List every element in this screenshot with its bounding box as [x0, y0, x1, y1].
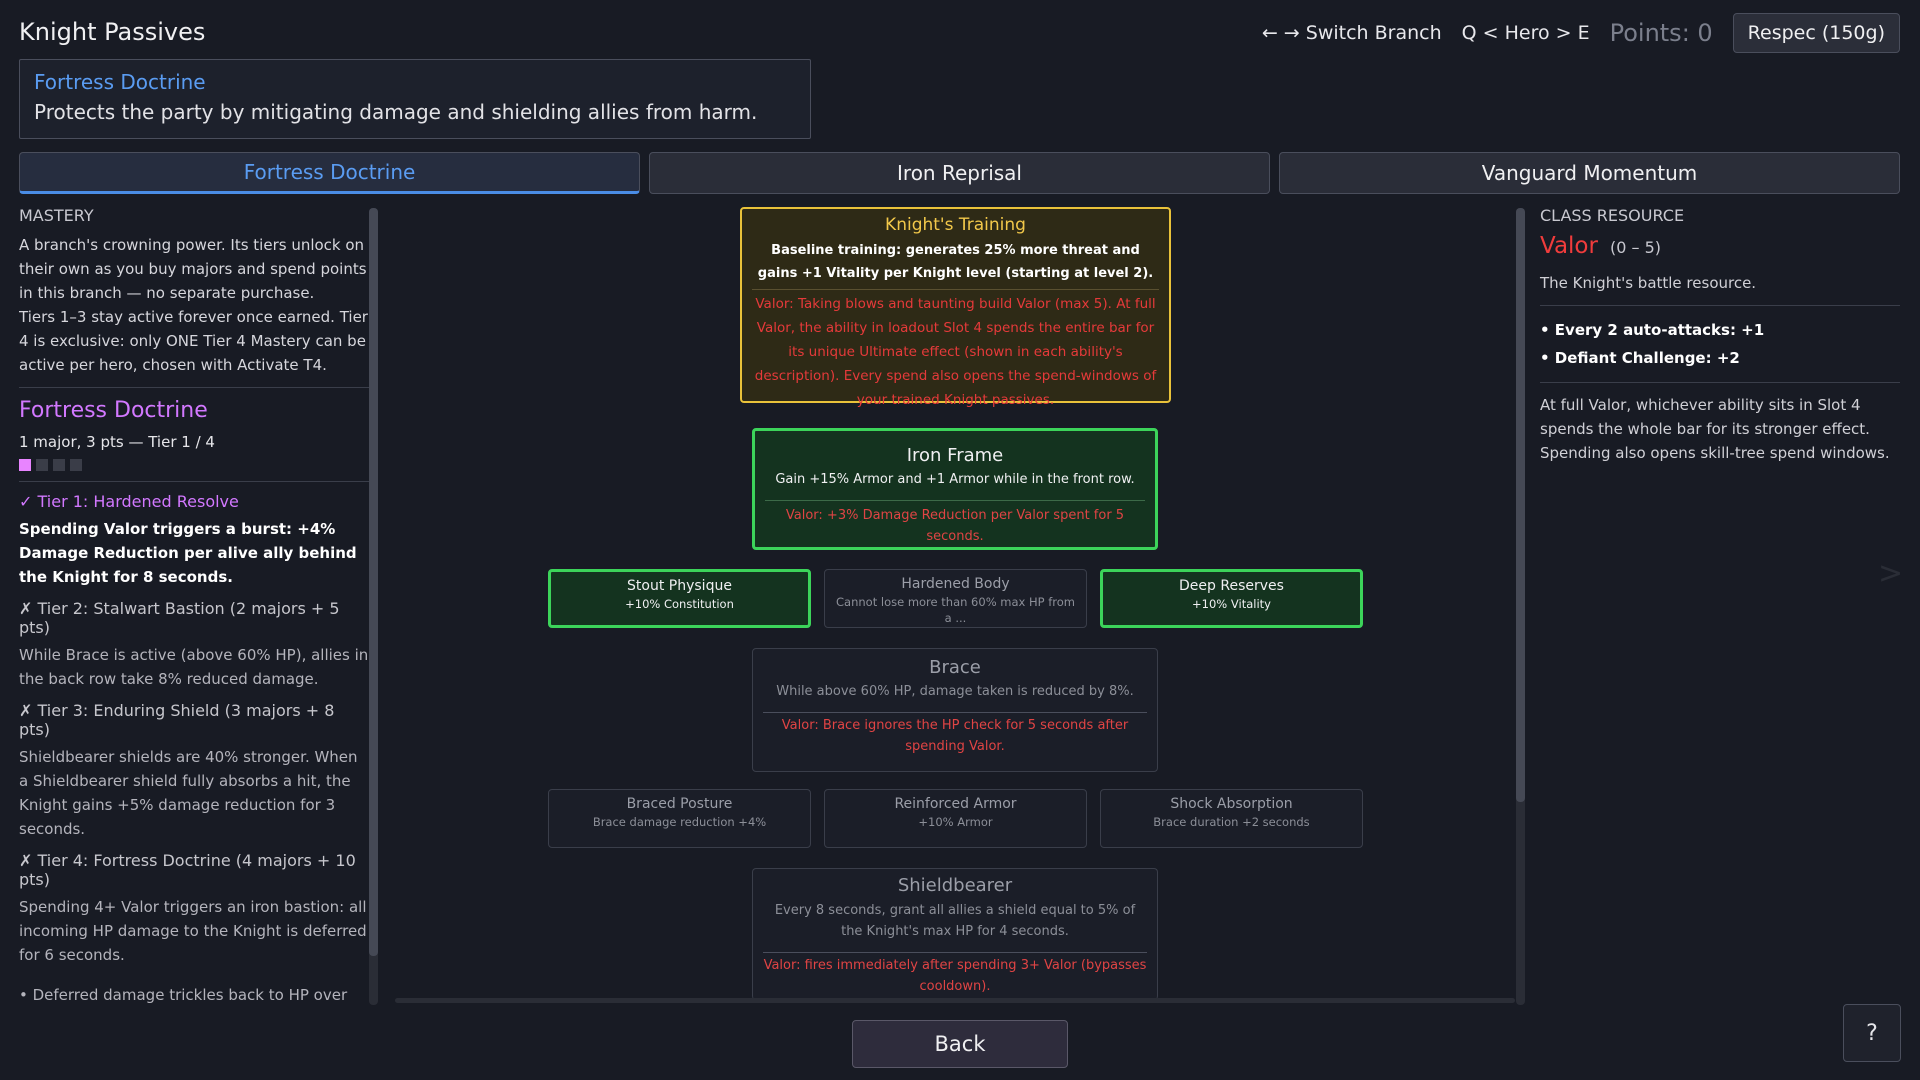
- branch-info-box: Fortress Doctrine Protects the party by …: [19, 59, 811, 139]
- branch-info-title: Fortress Doctrine: [34, 70, 206, 94]
- switch-branch-hint: ← → Switch Branch: [1261, 22, 1442, 44]
- node-description: Brace duration +2 seconds: [1153, 815, 1310, 829]
- node-title: Knight's Training: [885, 215, 1026, 235]
- mastery-progress: 1 major, 3 pts — Tier 1 / 4: [19, 433, 215, 451]
- node-title: Deep Reserves: [1179, 578, 1284, 594]
- node-valor-effect: Valor: fires immediately after spending …: [763, 958, 1147, 994]
- node-title: Shock Absorption: [1170, 796, 1293, 812]
- node-reinforced-armor[interactable]: Reinforced Armor +10% Armor: [824, 789, 1087, 848]
- node-title: Stout Physique: [627, 578, 732, 594]
- respec-button[interactable]: Respec (150g): [1732, 13, 1900, 53]
- node-separator: [752, 289, 1159, 290]
- resource-full-text: At full Valor, whichever ability sits in…: [1540, 396, 1870, 438]
- tab-fortress-doctrine[interactable]: Fortress Doctrine: [19, 152, 640, 194]
- resource-gain: • Every 2 auto-attacks: +1: [1540, 321, 1765, 339]
- tab-vanguard-momentum[interactable]: Vanguard Momentum: [1279, 152, 1900, 194]
- mastery-panel[interactable]: MASTERY A branch's crowning power. Its t…: [19, 206, 369, 1006]
- node-shock-absorption[interactable]: Shock Absorption Brace duration +2 secon…: [1100, 789, 1363, 848]
- back-button[interactable]: Back: [852, 1020, 1068, 1068]
- node-description: Baseline training: generates 25% more th…: [757, 243, 1154, 281]
- node-separator: [763, 952, 1147, 953]
- node-stout-physique[interactable]: Stout Physique +10% Constitution: [548, 569, 811, 628]
- node-description: +10% Constitution: [625, 597, 734, 611]
- node-title: Brace: [929, 657, 981, 678]
- node-description: While above 60% HP, damage taken is redu…: [776, 684, 1134, 699]
- tier-1-description: Spending Valor triggers a burst: +4% Dam…: [19, 520, 357, 586]
- header-controls: ← → Switch Branch Q < Hero > E Points: 0…: [1262, 13, 1900, 53]
- tier-3-heading: ✗ Tier 3: Enduring Shield (3 majors + 8 …: [19, 701, 335, 739]
- divider: [19, 387, 369, 388]
- tier-pip-empty: [53, 459, 65, 471]
- tier-pip-filled: [19, 459, 31, 471]
- node-separator: [763, 712, 1147, 713]
- node-valor-effect: Valor: +3% Damage Reduction per Valor sp…: [785, 508, 1125, 544]
- tier-pip-empty: [70, 459, 82, 471]
- tree-scroll-thumb[interactable]: [1516, 208, 1525, 802]
- resource-heading: CLASS RESOURCE: [1540, 206, 1685, 225]
- node-braced-posture[interactable]: Braced Posture Brace damage reduction +4…: [548, 789, 811, 848]
- tier-4-description: Spending 4+ Valor triggers an iron basti…: [19, 898, 367, 964]
- points-counter: Points: 0: [1609, 19, 1713, 47]
- tier-pip-empty: [36, 459, 48, 471]
- branch-info-description: Protects the party by mitigating damage …: [34, 100, 758, 124]
- mastery-heading: MASTERY: [19, 206, 94, 225]
- tier-3-description: Shieldbearer shields are 40% stronger. W…: [19, 748, 358, 838]
- resource-spend-text: Spending also opens skill-tree spend win…: [1540, 444, 1890, 462]
- node-shieldbearer[interactable]: Shieldbearer Every 8 seconds, grant all …: [752, 868, 1158, 1000]
- mastery-tier-pips: [19, 459, 369, 471]
- node-knights-training[interactable]: Knight's Training Baseline training: gen…: [740, 207, 1171, 408]
- resource-description: The Knight's battle resource.: [1540, 274, 1757, 292]
- resource-range: (0 – 5): [1609, 238, 1661, 257]
- node-valor-effect: Valor: Brace ignores the HP check for 5 …: [781, 718, 1129, 754]
- node-description: Every 8 seconds, grant all allies a shie…: [774, 903, 1136, 939]
- node-iron-frame[interactable]: Iron Frame Gain +15% Armor and +1 Armor …: [752, 428, 1158, 550]
- node-valor-effect: Valor: Taking blows and taunting build V…: [754, 296, 1157, 408]
- resource-title-line: Valor (0 – 5): [1540, 233, 1900, 259]
- mastery-intro: A branch's crowning power. Its tiers unl…: [19, 236, 367, 302]
- tier-4-note: • Deferred damage trickles back to HP ov…: [19, 986, 348, 1004]
- node-description: Brace damage reduction +4%: [592, 815, 767, 829]
- tier-2-heading: ✗ Tier 2: Stalwart Bastion (2 majors + 5…: [19, 599, 340, 637]
- node-description: Cannot lose more than 60% max HP from a …: [836, 595, 1075, 625]
- divider: [1540, 382, 1900, 383]
- node-title: Hardened Body: [901, 576, 1010, 592]
- resource-name: Valor: [1540, 233, 1598, 259]
- node-title: Reinforced Armor: [894, 796, 1017, 812]
- tree-scrollbar[interactable]: [1516, 208, 1525, 1005]
- help-button[interactable]: ?: [1843, 1004, 1901, 1062]
- tier-1-heading: ✓ Tier 1: Hardened Resolve: [19, 492, 239, 511]
- tier-4-heading: ✗ Tier 4: Fortress Doctrine (4 majors + …: [19, 851, 356, 889]
- tree-horizontal-scrollbar[interactable]: [395, 998, 1515, 1003]
- page-title: Knight Passives: [19, 18, 206, 46]
- mastery-scroll-thumb[interactable]: [369, 208, 378, 956]
- node-brace[interactable]: Brace While above 60% HP, damage taken i…: [752, 648, 1158, 772]
- divider: [1540, 305, 1900, 306]
- node-deep-reserves[interactable]: Deep Reserves +10% Vitality: [1100, 569, 1363, 628]
- node-hardened-body[interactable]: Hardened Body Cannot lose more than 60% …: [824, 569, 1087, 628]
- node-description: +10% Armor: [918, 815, 993, 829]
- node-title: Iron Frame: [906, 445, 1004, 466]
- node-description: Gain +15% Armor and +1 Armor while in th…: [775, 472, 1135, 487]
- node-title: Shieldbearer: [897, 875, 1013, 896]
- mastery-intro-tier4: Tiers 1–3 stay active forever once earne…: [19, 308, 368, 374]
- mastery-scrollbar[interactable]: [369, 208, 378, 1005]
- divider: [19, 481, 369, 482]
- hero-switch-hint: Q < Hero > E: [1461, 22, 1590, 44]
- node-separator: [765, 500, 1145, 501]
- node-description: +10% Vitality: [1192, 597, 1271, 611]
- tab-iron-reprisal[interactable]: Iron Reprisal: [649, 152, 1270, 194]
- class-resource-panel: CLASS RESOURCE Valor (0 – 5) The Knight'…: [1540, 206, 1900, 465]
- mastery-name: Fortress Doctrine: [19, 398, 208, 423]
- next-arrow-icon[interactable]: >: [1878, 556, 1903, 591]
- tier-2-description: While Brace is active (above 60% HP), al…: [19, 646, 369, 688]
- resource-gain: • Defiant Challenge: +2: [1540, 349, 1740, 367]
- node-title: Braced Posture: [626, 796, 733, 812]
